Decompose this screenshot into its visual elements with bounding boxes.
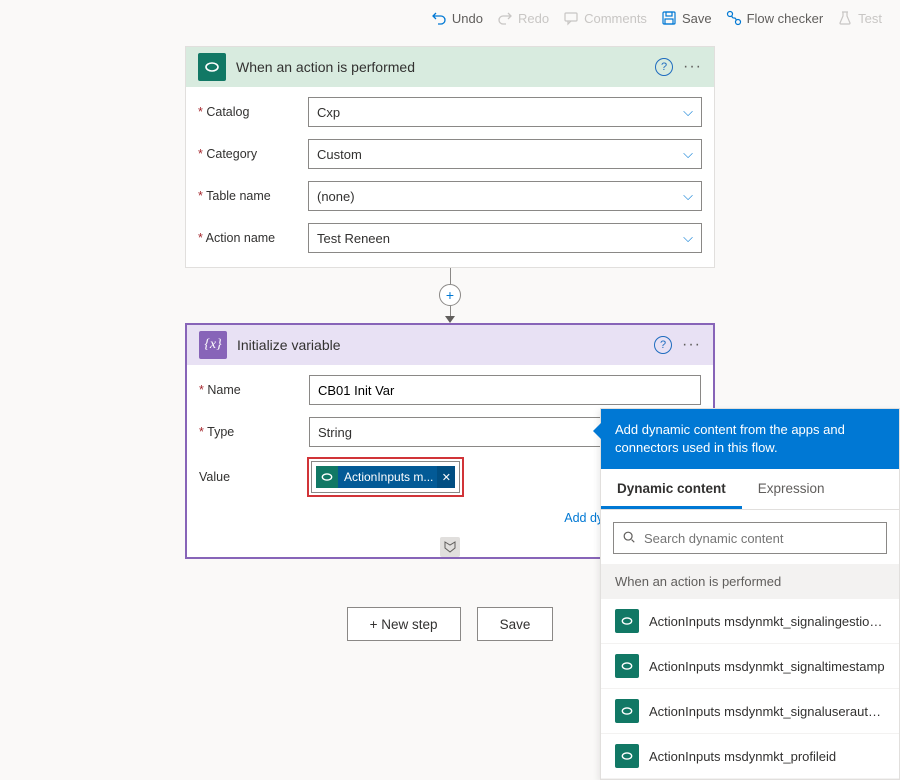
dataverse-icon (615, 654, 639, 678)
name-input[interactable] (309, 375, 701, 405)
test-label: Test (858, 11, 882, 26)
flowchecker-icon (726, 10, 742, 26)
token-remove-icon[interactable]: ✕ (437, 466, 455, 488)
test-icon (837, 10, 853, 26)
tab-expression[interactable]: Expression (742, 469, 841, 509)
catalog-dropdown[interactable]: Cxp ⌵ (308, 97, 702, 127)
save-button[interactable]: Save (661, 10, 712, 26)
save-flow-button[interactable]: Save (477, 607, 554, 641)
hint-icon (440, 537, 460, 557)
initvar-header[interactable]: {x} Initialize variable ? ··· (187, 325, 713, 365)
new-step-label: + New step (370, 617, 438, 632)
redo-label: Redo (518, 11, 549, 26)
type-value: String (318, 425, 352, 440)
connector-line (450, 306, 451, 316)
dcp-item-label: ActionInputs msdynmkt_signaluserauthid (649, 704, 885, 719)
save-icon (661, 10, 677, 26)
tab-expr-label: Expression (758, 481, 825, 496)
dynamic-token[interactable]: ActionInputs m... ✕ (316, 466, 455, 488)
new-step-button[interactable]: + New step (347, 607, 461, 641)
table-value: (none) (317, 189, 355, 204)
flowchecker-button[interactable]: Flow checker (726, 10, 824, 26)
redo-button[interactable]: Redo (497, 10, 549, 26)
dcp-item-label: ActionInputs msdynmkt_signaltimestamp (649, 659, 885, 674)
top-toolbar: Undo Redo Comments Save Flow checker Tes… (431, 4, 882, 32)
catalog-value: Cxp (317, 105, 340, 120)
dcp-item[interactable]: ActionInputs msdynmkt_signalingestiontim… (601, 599, 899, 644)
flowchecker-label: Flow checker (747, 11, 824, 26)
trigger-card[interactable]: When an action is performed ? ··· Catalo… (185, 46, 715, 268)
chevron-down-icon: ⌵ (683, 146, 693, 162)
chevron-down-icon: ⌵ (683, 104, 693, 120)
chevron-down-icon: ⌵ (683, 188, 693, 204)
category-label: Category (198, 147, 308, 161)
name-label: Name (199, 383, 309, 397)
more-icon[interactable]: ··· (683, 58, 702, 76)
dcp-header: Add dynamic content from the apps and co… (601, 409, 899, 469)
dataverse-icon (615, 699, 639, 723)
search-icon (622, 530, 636, 547)
save-label: Save (682, 11, 712, 26)
dataverse-icon (615, 744, 639, 768)
name-input-field[interactable] (318, 383, 692, 398)
dcp-section-header: When an action is performed (601, 564, 899, 599)
help-icon[interactable]: ? (654, 336, 672, 354)
comment-icon (563, 10, 579, 26)
test-button[interactable]: Test (837, 10, 882, 26)
type-label: Type (199, 425, 309, 439)
insert-step-button[interactable]: + (439, 284, 461, 306)
dataverse-icon (615, 609, 639, 633)
help-icon[interactable]: ? (655, 58, 673, 76)
category-value: Custom (317, 147, 362, 162)
tab-dynamic-content[interactable]: Dynamic content (601, 469, 742, 509)
action-value: Test Reneen (317, 231, 390, 246)
chevron-down-icon: ⌵ (683, 230, 693, 246)
dcp-items: ActionInputs msdynmkt_signalingestiontim… (601, 599, 899, 779)
action-label: Action name (198, 231, 308, 245)
dcp-item[interactable]: ActionInputs msdynmkt_signaltimestamp (601, 644, 899, 689)
dcp-tabs: Dynamic content Expression (601, 469, 899, 510)
tab-dynamic-label: Dynamic content (617, 481, 726, 496)
dcp-item-label: ActionInputs msdynmkt_signalingestiontim… (649, 614, 885, 629)
arrow-down-icon (445, 316, 455, 323)
initvar-title: Initialize variable (227, 337, 654, 353)
dcp-item[interactable]: ActionInputs msdynmkt_signaluserauthid (601, 689, 899, 734)
dynamic-content-panel: Add dynamic content from the apps and co… (600, 408, 900, 780)
dataverse-icon (198, 53, 226, 81)
connector-line (450, 268, 451, 284)
save-flow-label: Save (500, 617, 531, 632)
trigger-body: Catalog Cxp ⌵ Category Custom ⌵ Table name… (186, 87, 714, 267)
category-dropdown[interactable]: Custom ⌵ (308, 139, 702, 169)
undo-label: Undo (452, 11, 483, 26)
comments-button[interactable]: Comments (563, 10, 647, 26)
catalog-label: Catalog (198, 105, 308, 119)
undo-icon (431, 10, 447, 26)
dcp-search-input[interactable] (644, 531, 878, 546)
variable-icon: {x} (199, 331, 227, 359)
action-dropdown[interactable]: Test Reneen ⌵ (308, 223, 702, 253)
undo-button[interactable]: Undo (431, 10, 483, 26)
table-dropdown[interactable]: (none) ⌵ (308, 181, 702, 211)
dataverse-icon (316, 466, 338, 488)
value-label: Value (199, 470, 309, 484)
comments-label: Comments (584, 11, 647, 26)
trigger-title: When an action is performed (226, 59, 655, 75)
dcp-item-label: ActionInputs msdynmkt_profileid (649, 749, 836, 764)
more-icon[interactable]: ··· (682, 336, 701, 354)
dcp-search[interactable] (613, 522, 887, 554)
value-input[interactable]: ActionInputs m... ✕ (311, 461, 460, 493)
table-label: Table name (198, 189, 308, 203)
dcp-item[interactable]: ActionInputs msdynmkt_profileid (601, 734, 899, 779)
redo-icon (497, 10, 513, 26)
trigger-header[interactable]: When an action is performed ? ··· (186, 47, 714, 87)
token-label: ActionInputs m... (338, 470, 437, 484)
